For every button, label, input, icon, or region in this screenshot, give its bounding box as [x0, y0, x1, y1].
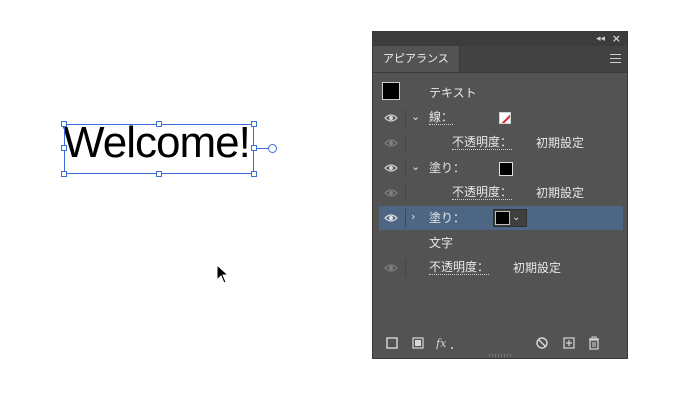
visibility-eye-icon[interactable] — [384, 138, 398, 148]
chevron-down-icon[interactable]: ⌄ — [411, 160, 420, 174]
row-divider — [405, 259, 406, 277]
panel-footer: fx — [373, 328, 627, 358]
visibility-eye-icon[interactable] — [384, 188, 398, 198]
collapse-panel-icon[interactable]: ◂◂ — [596, 33, 605, 45]
fill-black-swatch[interactable] — [499, 162, 513, 176]
fill-opacity-value: 初期設定 — [536, 186, 585, 200]
visibility-eye-icon[interactable] — [384, 263, 398, 273]
row-divider — [405, 184, 406, 202]
svg-text:fx: fx — [436, 337, 447, 350]
character-fill-label[interactable]: 塗り： — [429, 210, 465, 226]
visibility-eye-icon[interactable] — [384, 163, 398, 173]
chevron-down-icon: ⌄ — [512, 212, 521, 223]
fill-color-dropdown[interactable]: ⌄ — [493, 209, 527, 227]
stroke-opacity-value: 初期設定 — [536, 136, 585, 150]
fill-row[interactable]: ⌄ 塗り： — [373, 156, 621, 180]
arrow-cursor-icon — [216, 264, 230, 284]
appearance-panel: ◂◂ × アピアランス テキスト ⌄ 線： 不透明度： 初期設定 ⌄ 塗り： 不… — [372, 31, 628, 359]
row-divider — [405, 109, 406, 127]
visibility-eye-icon[interactable] — [384, 113, 398, 123]
chevron-right-icon[interactable]: › — [411, 210, 415, 224]
characters-label: 文字 — [429, 236, 454, 250]
resize-handle-bottom[interactable] — [156, 171, 162, 177]
character-fill-row[interactable]: › 塗り： ⌄ — [379, 206, 623, 230]
opacity-value: 初期設定 — [513, 261, 562, 275]
fill-label[interactable]: 塗り： — [429, 160, 465, 176]
resize-handle-bottom-right[interactable] — [251, 171, 257, 177]
delete-item-icon[interactable] — [587, 336, 601, 350]
resize-handle-top-left[interactable] — [61, 121, 67, 127]
fill-opacity-label[interactable]: 不透明度： — [452, 185, 513, 200]
opacity-label[interactable]: 不透明度： — [429, 260, 490, 275]
resize-handle-top[interactable] — [156, 121, 162, 127]
resize-handle-top-right[interactable] — [251, 121, 257, 127]
close-panel-icon[interactable]: × — [612, 32, 621, 45]
add-new-effect-icon[interactable]: fx — [436, 336, 454, 350]
add-new-fill-icon[interactable] — [411, 336, 425, 350]
visibility-eye-icon[interactable] — [384, 213, 398, 223]
row-divider — [405, 159, 406, 177]
panel-resize-grip[interactable] — [489, 354, 513, 357]
fill-opacity-row[interactable]: 不透明度： 初期設定 — [373, 181, 621, 205]
resize-handle-bottom-left[interactable] — [61, 171, 67, 177]
clear-appearance-icon[interactable] — [535, 336, 549, 350]
fill-black-swatch — [495, 211, 510, 225]
object-type-label: テキスト — [429, 86, 477, 100]
characters-row[interactable]: 文字 — [373, 231, 621, 255]
text-threading-port[interactable] — [268, 144, 277, 153]
duplicate-item-icon[interactable] — [562, 336, 576, 350]
stroke-opacity-row[interactable]: 不透明度： 初期設定 — [373, 131, 621, 155]
stroke-row[interactable]: ⌄ 線： — [373, 106, 621, 130]
stroke-opacity-label[interactable]: 不透明度： — [452, 135, 513, 150]
panel-menu-icon[interactable] — [610, 54, 621, 66]
row-divider — [405, 209, 406, 227]
resize-handle-left[interactable] — [61, 145, 67, 151]
stroke-none-swatch[interactable] — [499, 112, 511, 124]
selection-bounding-box[interactable] — [64, 124, 254, 174]
opacity-row[interactable]: 不透明度： 初期設定 — [373, 256, 621, 280]
panel-title-bar[interactable]: ◂◂ × — [373, 32, 627, 46]
object-row[interactable]: テキスト — [373, 81, 621, 105]
stroke-label[interactable]: 線： — [429, 110, 454, 125]
row-divider — [405, 134, 406, 152]
tab-appearance[interactable]: アピアランス — [373, 46, 460, 72]
chevron-down-icon[interactable]: ⌄ — [411, 110, 420, 124]
add-new-stroke-icon[interactable] — [385, 336, 399, 350]
panel-tab-bar: アピアランス — [373, 46, 627, 73]
